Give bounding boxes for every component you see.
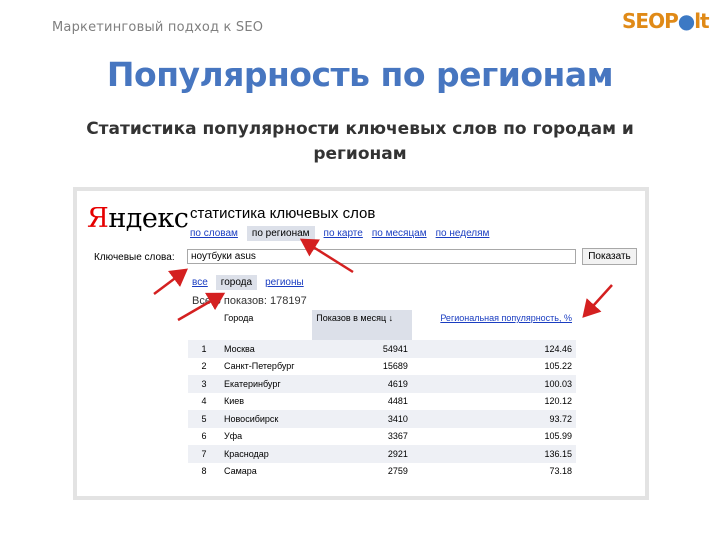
subtab-regions[interactable]: регионы <box>265 277 304 288</box>
row-shows: 4619 <box>312 375 412 393</box>
row-rank: 7 <box>188 445 220 463</box>
table-row: 8 Самара 2759 73.18 <box>188 463 576 481</box>
row-shows: 15689 <box>382 361 408 372</box>
row-popularity: 73.18 <box>549 466 572 477</box>
row-city[interactable]: Киев <box>220 393 312 411</box>
show-button[interactable]: Показать <box>582 248 637 265</box>
row-shows: 3410 <box>312 410 412 428</box>
row-rank: 3 <box>188 375 220 393</box>
total-shows: Всего показов: 178197 <box>192 295 307 307</box>
header-rank <box>188 310 220 340</box>
tab-by-months[interactable]: по месяцам <box>372 228 427 239</box>
table-row: 3 Екатеринбург 4619 100.03 <box>188 375 576 393</box>
keywords-label: Ключевые слова: <box>94 252 175 263</box>
row-shows: 3367 <box>387 431 408 442</box>
table-row: 2 Санкт-Петербург 15689 105.22 <box>188 358 576 376</box>
row-rank: 2 <box>201 361 207 372</box>
row-popularity: 93.72 <box>411 410 576 428</box>
yandex-wordstat-screenshot: Яндекс статистика ключевых слов по слова… <box>73 187 649 500</box>
tab-by-regions[interactable]: по регионам <box>246 226 315 241</box>
seopult-logo: SEOP●lt <box>622 9 710 33</box>
table-row: 5 Новосибирск 3410 93.72 <box>188 410 576 428</box>
subtab-all[interactable]: все <box>192 277 208 288</box>
table-row: 7 Краснодар 2921 136.15 <box>188 445 576 463</box>
tab-by-words[interactable]: по словам <box>190 228 238 239</box>
row-rank: 5 <box>188 410 220 428</box>
keywords-input[interactable] <box>187 249 576 264</box>
row-shows: 54941 <box>312 340 412 358</box>
wordstat-tabs: по словам по регионам по карте по месяца… <box>190 226 498 241</box>
slide-header: Маркетинговый подход к SEO <box>52 20 264 35</box>
region-subtabs: все города регионы <box>192 275 312 290</box>
tab-by-map[interactable]: по карте <box>324 228 363 239</box>
row-shows: 4481 <box>387 396 408 407</box>
slide-title: Популярность по регионам <box>106 55 614 94</box>
slide-subtitle: Статистика популярности ключевых слов по… <box>86 119 634 164</box>
row-popularity: 105.22 <box>544 361 572 372</box>
row-city[interactable]: Екатеринбург <box>220 375 313 393</box>
row-popularity: 105.99 <box>544 431 572 442</box>
city-stats-table: Города Показов в месяц ↓ Региональная по… <box>188 310 576 480</box>
row-shows: 2759 <box>387 466 408 477</box>
table-row: 1 Москва 54941 124.46 <box>188 340 576 358</box>
row-city[interactable]: Санкт-Петербург <box>220 358 312 376</box>
service-title: статистика ключевых слов <box>190 205 376 222</box>
yandex-logo: Яндекс <box>87 203 189 234</box>
row-popularity: 124.46 <box>411 340 576 358</box>
row-rank: 8 <box>201 466 207 477</box>
row-city[interactable]: Краснодар <box>220 445 313 463</box>
subtab-cities[interactable]: города <box>215 275 258 290</box>
row-popularity: 120.12 <box>544 396 572 407</box>
row-city[interactable]: Самара <box>220 463 312 481</box>
header-shows[interactable]: Показов в месяц ↓ <box>312 310 412 340</box>
row-city[interactable]: Уфа <box>220 428 312 446</box>
table-row: 6 Уфа 3367 105.99 <box>188 428 576 446</box>
row-popularity: 100.03 <box>411 375 576 393</box>
row-rank: 6 <box>201 431 207 442</box>
header-city: Города <box>224 313 254 323</box>
row-popularity: 136.15 <box>411 445 576 463</box>
header-regional-popularity[interactable]: Региональная популярность, % <box>412 310 576 340</box>
row-city[interactable]: Новосибирск <box>220 410 313 428</box>
tab-by-weeks[interactable]: по неделям <box>436 228 490 239</box>
row-city[interactable]: Москва <box>220 340 313 358</box>
row-shows: 2921 <box>312 445 412 463</box>
table-row: 4 Киев 4481 120.12 <box>188 393 576 411</box>
row-rank: 4 <box>201 396 207 407</box>
row-rank: 1 <box>188 340 220 358</box>
